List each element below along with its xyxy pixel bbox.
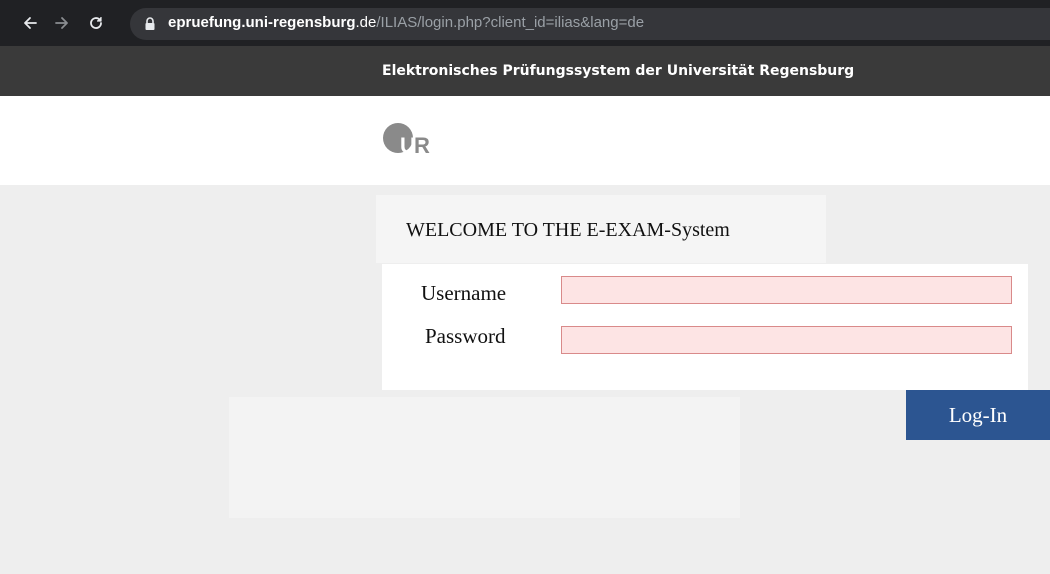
- url-host: epruefung.uni-regensburg: [168, 14, 356, 31]
- address-bar-url[interactable]: epruefung.uni-regensburg.de/ILIAS/login.…: [168, 14, 644, 32]
- welcome-panel: WELCOME TO THE E-EXAM-System: [376, 195, 826, 263]
- logo-letter-r: R: [414, 133, 430, 158]
- logo-bar: U R: [0, 96, 1050, 185]
- back-arrow-icon[interactable]: [20, 13, 40, 33]
- username-label: Username: [421, 281, 507, 305]
- password-input[interactable]: [561, 326, 1012, 354]
- university-logo[interactable]: U R: [380, 120, 442, 158]
- info-panel: [229, 397, 740, 518]
- login-form: Username Password: [382, 264, 1028, 390]
- login-button[interactable]: Log-In: [906, 390, 1050, 440]
- main-content: WELCOME TO THE E-EXAM-System Username Pa…: [0, 185, 1050, 574]
- lock-icon[interactable]: [144, 17, 156, 31]
- reload-icon[interactable]: [86, 13, 106, 33]
- username-input[interactable]: [561, 276, 1012, 304]
- welcome-heading: WELCOME TO THE E-EXAM-System: [406, 219, 730, 241]
- forward-arrow-icon[interactable]: [52, 13, 72, 33]
- password-label: Password: [425, 324, 506, 348]
- browser-toolbar: epruefung.uni-regensburg.de/ILIAS/login.…: [0, 0, 1050, 46]
- url-tld: .de: [355, 14, 377, 31]
- url-path: /ILIAS/login.php?client_id=ilias&lang=de: [376, 14, 645, 31]
- site-title: Elektronisches Prüfungssystem der Univer…: [382, 63, 855, 79]
- site-header: Elektronisches Prüfungssystem der Univer…: [0, 46, 1050, 96]
